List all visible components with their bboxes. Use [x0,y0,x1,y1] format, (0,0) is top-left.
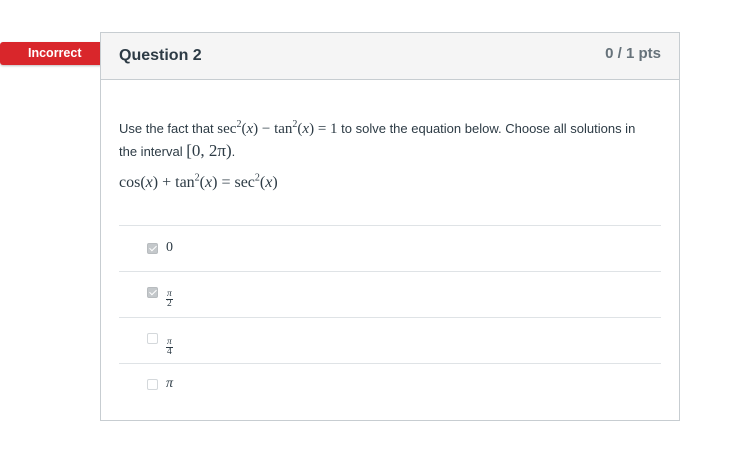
interval-formula: [0, 2π) [186,141,232,160]
prompt-text-before: Use the fact that [119,121,218,136]
answer-option-pi-over-2[interactable]: π2 [119,271,661,317]
question-card: Question 2 0 / 1 pts Use the fact that s… [100,32,680,421]
incorrect-badge: Incorrect [0,42,113,65]
prompt-period: . [231,144,236,159]
answer-option-0[interactable]: 0 [119,225,661,271]
question-title: Question 2 [119,47,202,64]
question-points: 0 / 1 pts [605,45,661,62]
answer-checkbox[interactable] [147,333,158,344]
answer-label: π [166,376,174,391]
answer-option-pi-over-4[interactable]: π4 [119,317,661,363]
equation-formula: cos(x) + tan2(x) = sec2(x) [119,172,278,191]
answer-label: π4 [166,337,173,357]
answer-option-pi[interactable]: π [119,363,661,409]
question-body: Use the fact that sec2(x) − tan2(x) = 1 … [101,118,679,192]
answer-list: 0 π2 π4 π [119,225,661,409]
answer-label: π2 [166,289,173,309]
question-prompt: Use the fact that sec2(x) − tan2(x) = 1 … [119,118,649,162]
question-header: Question 2 0 / 1 pts [101,33,679,80]
answer-checkbox-checked[interactable] [147,287,158,298]
answer-label: 0 [166,240,173,255]
answer-checkbox-checked[interactable] [147,243,158,254]
identity-formula: sec2(x) − tan2(x) = 1 [217,119,338,138]
answer-checkbox[interactable] [147,379,158,390]
